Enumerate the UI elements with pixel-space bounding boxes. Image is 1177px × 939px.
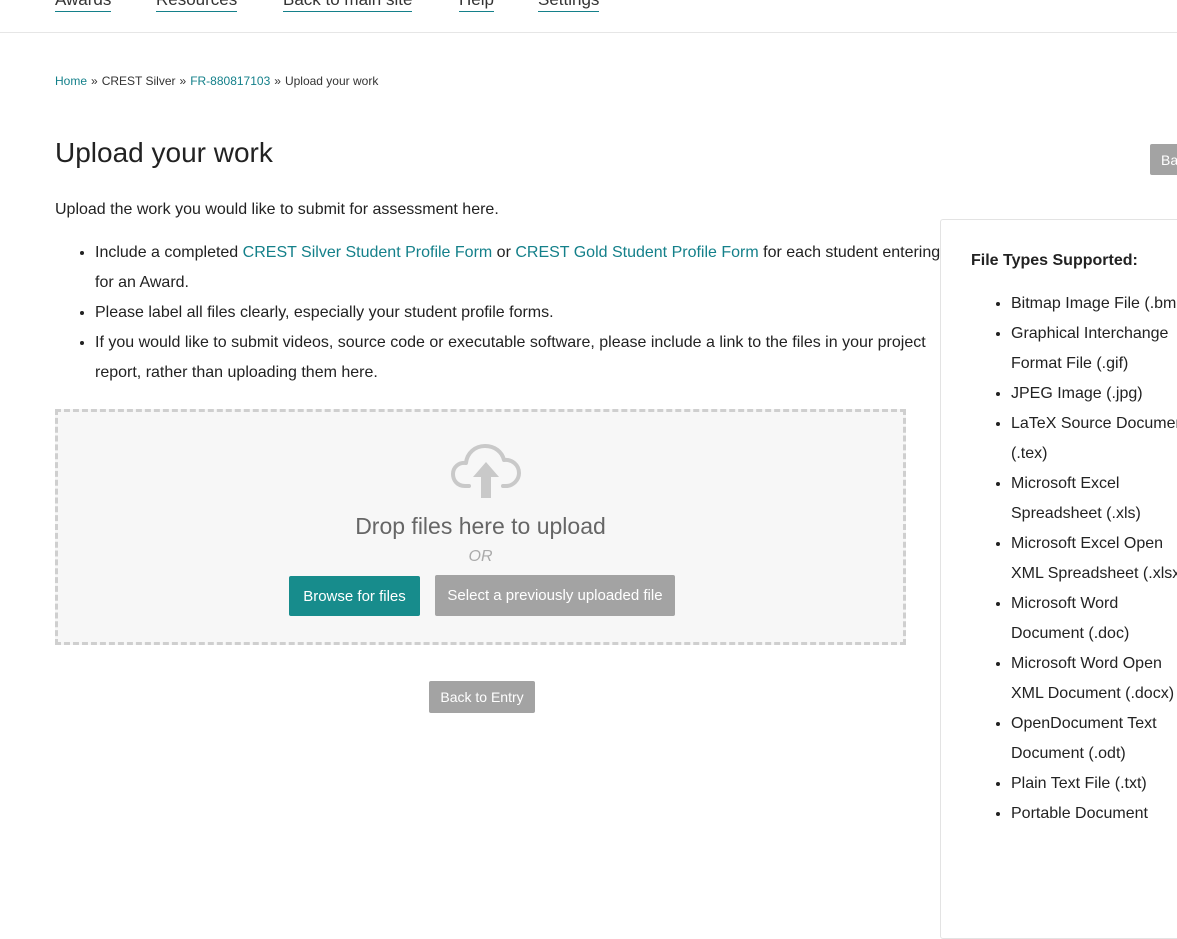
instruction-item: If you would like to submit videos, sour… xyxy=(95,328,945,388)
nav-link-main-site[interactable]: Back to main site xyxy=(283,0,413,12)
file-types-list: Bitmap Image File (.bmp) Graphical Inter… xyxy=(971,289,1177,829)
file-type-item: Bitmap Image File (.bmp) xyxy=(1011,289,1177,319)
file-type-item: Microsoft Excel Open XML Spreadsheet (.x… xyxy=(1011,529,1177,589)
breadcrumb-separator: » xyxy=(274,74,281,88)
file-types-panel: File Types Supported: Bitmap Image File … xyxy=(940,219,1177,939)
gold-profile-form-link[interactable]: CREST Gold Student Profile Form xyxy=(515,244,758,261)
file-type-item: Portable Document xyxy=(1011,799,1177,829)
file-type-item: Microsoft Word Open XML Document (.docx) xyxy=(1011,649,1177,709)
back-to-entry-button[interactable]: Back to Entry xyxy=(429,681,535,713)
file-type-item: Microsoft Word Document (.doc) xyxy=(1011,589,1177,649)
select-previous-file-button[interactable]: Select a previously uploaded file xyxy=(435,575,675,616)
breadcrumb: Home» CREST Silver» FR-880817103» Upload yo… xyxy=(55,74,378,88)
nav-link-help[interactable]: Help xyxy=(459,0,494,12)
browse-files-button[interactable]: Browse for files xyxy=(289,576,420,616)
file-type-item: Graphical Interchange Format File (.gif) xyxy=(1011,319,1177,379)
file-type-item: OpenDocument Text Document (.odt) xyxy=(1011,709,1177,769)
breadcrumb-separator: » xyxy=(179,74,187,88)
breadcrumb-award: CREST Silver xyxy=(101,74,176,88)
instruction-item: Include a completed CREST Silver Student… xyxy=(95,238,945,298)
file-types-title: File Types Supported: xyxy=(971,252,1138,269)
breadcrumb-home[interactable]: Home xyxy=(55,74,87,88)
file-type-item: Plain Text File (.txt) xyxy=(1011,769,1177,799)
file-type-item: Microsoft Excel Spreadsheet (.xls) xyxy=(1011,469,1177,529)
instruction-text: Include a completed xyxy=(95,244,243,261)
or-separator: OR xyxy=(468,548,493,565)
breadcrumb-current: Upload your work xyxy=(284,74,379,88)
cloud-upload-icon xyxy=(451,444,521,498)
intro-text: Upload the work you would like to submit… xyxy=(55,201,499,218)
page-title: Upload your work xyxy=(55,137,273,168)
file-dropzone[interactable]: Drop files here to upload OR Browse for … xyxy=(55,409,906,645)
instruction-text: or xyxy=(492,244,516,261)
nav-link-awards[interactable]: Awards xyxy=(55,0,112,12)
breadcrumb-entry[interactable]: FR-880817103 xyxy=(190,74,270,88)
drop-files-text: Drop files here to upload xyxy=(355,513,606,539)
back-button[interactable]: Back xyxy=(1150,144,1177,175)
nav-link-settings[interactable]: Settings xyxy=(538,0,600,12)
breadcrumb-separator: » xyxy=(91,74,98,88)
silver-profile-form-link[interactable]: CREST Silver Student Profile Form xyxy=(243,244,493,261)
top-nav: Awards Resources Back to main site Help … xyxy=(0,0,1177,33)
instruction-item: Please label all files clearly, especial… xyxy=(95,298,945,328)
instructions-list: Include a completed CREST Silver Student… xyxy=(55,238,945,388)
nav-link-resources[interactable]: Resources xyxy=(156,0,238,12)
file-type-item: LaTeX Source Document (.tex) xyxy=(1011,409,1177,469)
file-type-item: JPEG Image (.jpg) xyxy=(1011,379,1177,409)
